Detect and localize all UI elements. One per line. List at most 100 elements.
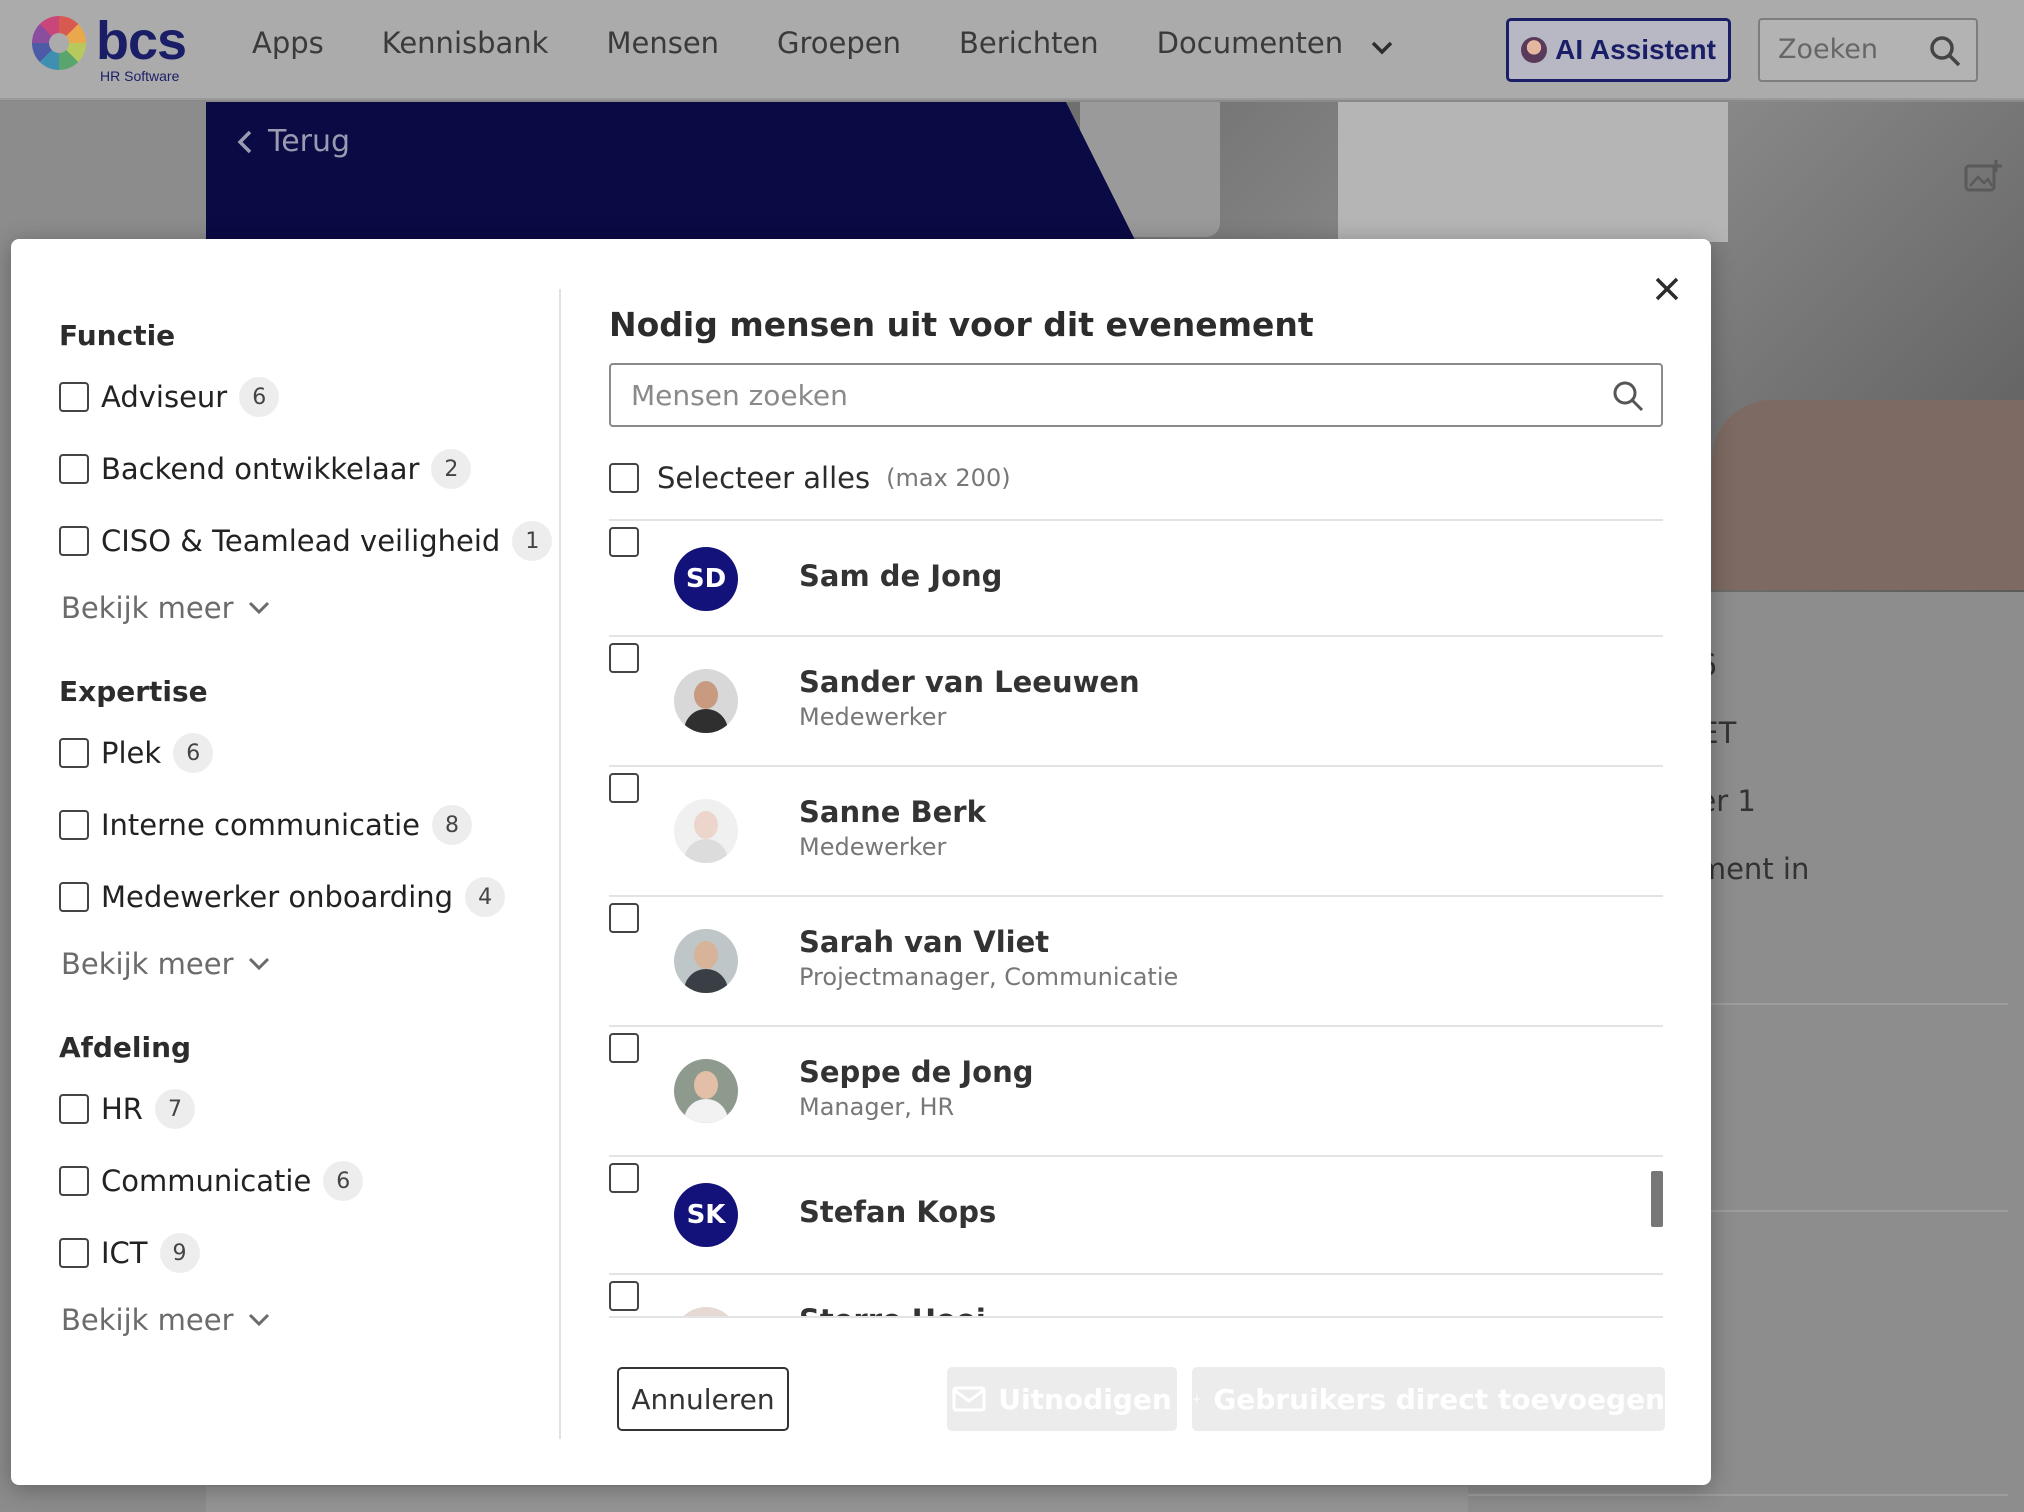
person-row[interactable]: Sarah van Vliet Projectmanager, Communic… [609, 895, 1663, 1025]
invite-people-modal: Functie Adviseur 6 Backend ontwikkelaar … [11, 239, 1711, 1485]
add-users-directly-label: Gebruikers direct toevoegen [1213, 1382, 1665, 1416]
show-more-functie[interactable]: Bekijk meer [61, 591, 270, 625]
filter-option[interactable]: Backend ontwikkelaar 2 [59, 449, 472, 489]
avatar [674, 1307, 738, 1316]
checkbox[interactable] [59, 1094, 89, 1124]
filter-option[interactable]: CISO & Teamlead veiligheid 1 [59, 521, 553, 561]
ai-assistant-label: AI Assistent [1555, 34, 1716, 65]
mail-icon [952, 1386, 986, 1412]
filter-option-label: Medewerker onboarding [101, 880, 454, 914]
people-search [609, 363, 1663, 427]
filter-heading-expertise: Expertise [59, 675, 208, 708]
back-link[interactable]: Terug [236, 124, 350, 159]
logo-text: bcs [96, 11, 187, 71]
chevron-down-icon[interactable] [1368, 34, 1396, 62]
logo-icon [32, 16, 86, 70]
filter-option[interactable]: Medewerker onboarding 4 [59, 877, 506, 917]
checkbox[interactable] [59, 738, 89, 768]
chevron-left-icon [237, 130, 252, 153]
add-users-directly-button[interactable]: Gebruikers direct toevoegen [1192, 1367, 1665, 1431]
select-all[interactable]: Selecteer alles (max 200) [609, 461, 1011, 495]
search-icon[interactable] [1611, 379, 1645, 413]
page-background-bottom [206, 1486, 1468, 1512]
person-row[interactable]: SD Sam de Jong [609, 519, 1663, 635]
person-name: Sander van Leeuwen [799, 665, 1140, 699]
filter-option-label: CISO & Teamlead veiligheid [101, 524, 501, 558]
filter-option-label: ICT [101, 1236, 148, 1270]
ai-assistant-avatar-icon [1521, 37, 1548, 63]
show-more-expertise[interactable]: Bekijk meer [61, 947, 270, 981]
search-icon[interactable] [1928, 34, 1962, 68]
back-label: Terug [268, 124, 351, 159]
person-checkbox[interactable] [609, 1163, 639, 1193]
checkbox[interactable] [59, 454, 89, 484]
filter-count-badge: 6 [173, 733, 214, 773]
filter-option[interactable]: Plek 6 [59, 733, 214, 773]
top-navigation: bcs HR Software Apps Kennisbank Mensen G… [0, 0, 2024, 100]
person-name: Seppe de Jong [799, 1055, 1034, 1089]
filter-count-badge: 6 [239, 377, 280, 417]
nav-apps[interactable]: Apps [252, 26, 324, 60]
person-name: Sam de Jong [799, 559, 1003, 593]
chevron-down-icon [248, 1313, 269, 1327]
show-more-label: Bekijk meer [61, 947, 234, 981]
chevron-down-icon [248, 601, 269, 615]
filter-heading-afdeling: Afdeling [59, 1031, 192, 1064]
person-name: Sanne Berk [799, 795, 986, 829]
filter-count-badge: 8 [432, 805, 472, 845]
chevron-down-icon [248, 957, 269, 971]
select-all-checkbox[interactable] [609, 463, 639, 493]
nav-mensen[interactable]: Mensen [606, 26, 719, 60]
person-checkbox[interactable] [609, 1281, 639, 1311]
filter-option[interactable]: ICT 9 [59, 1233, 200, 1273]
logo-subtitle: HR Software [100, 68, 180, 84]
person-checkbox[interactable] [609, 773, 639, 803]
person-row[interactable]: Sanne Berk Medewerker [609, 765, 1663, 895]
ai-assistant-button[interactable]: AI Assistent [1506, 18, 1731, 82]
checkbox[interactable] [59, 1238, 89, 1268]
person-row[interactable]: SK Stefan Kops [609, 1155, 1663, 1273]
person-row[interactable]: Sander van Leeuwen Medewerker [609, 635, 1663, 765]
person-row[interactable]: Seppe de Jong Manager, HR [609, 1025, 1663, 1155]
person-role: Manager, HR [799, 1093, 955, 1121]
filter-option[interactable]: Adviseur 6 [59, 377, 280, 417]
person-checkbox[interactable] [609, 903, 639, 933]
filter-option-label: HR [101, 1092, 143, 1126]
checkbox[interactable] [59, 382, 89, 412]
divider [1468, 1494, 2008, 1496]
person-row[interactable]: Sterre Hooi [609, 1273, 1663, 1316]
filter-option[interactable]: HR 7 [59, 1089, 195, 1129]
person-checkbox[interactable] [609, 643, 639, 673]
nav-kennisbank[interactable]: Kennisbank [382, 26, 549, 60]
filter-option[interactable]: Interne communicatie 8 [59, 805, 472, 845]
panel-divider [559, 289, 561, 1439]
filter-count-badge: 7 [154, 1089, 195, 1129]
select-all-max: (max 200) [886, 464, 1011, 492]
nav-berichten[interactable]: Berichten [959, 26, 1099, 60]
cancel-button[interactable]: Annuleren [617, 1367, 789, 1431]
person-name: Stefan Kops [799, 1195, 997, 1229]
logo[interactable]: bcs HR Software [32, 11, 202, 84]
checkbox[interactable] [59, 1166, 89, 1196]
filter-count-badge: 9 [159, 1233, 200, 1273]
nav-groepen[interactable]: Groepen [777, 26, 901, 60]
list-scrollbar[interactable] [1651, 1171, 1663, 1227]
checkbox[interactable] [59, 526, 89, 556]
show-more-afdeling[interactable]: Bekijk meer [61, 1303, 270, 1337]
people-search-input[interactable] [631, 379, 1591, 412]
person-checkbox[interactable] [609, 1033, 639, 1063]
global-search-input[interactable] [1778, 34, 1928, 65]
filter-option-label: Interne communicatie [101, 808, 420, 842]
person-name: Sterre Hooi [799, 1303, 986, 1316]
person-checkbox[interactable] [609, 527, 639, 557]
nav-documenten[interactable]: Documenten [1157, 26, 1343, 60]
filter-count-badge: 4 [465, 877, 506, 917]
close-icon[interactable] [1647, 269, 1687, 309]
checkbox[interactable] [59, 882, 89, 912]
people-list[interactable]: SD Sam de Jong Sander van Leeuwen Medewe… [609, 519, 1675, 1316]
invite-button-label: Uitnodigen [998, 1382, 1172, 1416]
checkbox[interactable] [59, 810, 89, 840]
invite-button[interactable]: Uitnodigen [947, 1367, 1177, 1431]
filter-option[interactable]: Communicatie 6 [59, 1161, 364, 1201]
add-image-icon[interactable] [1964, 160, 2002, 194]
